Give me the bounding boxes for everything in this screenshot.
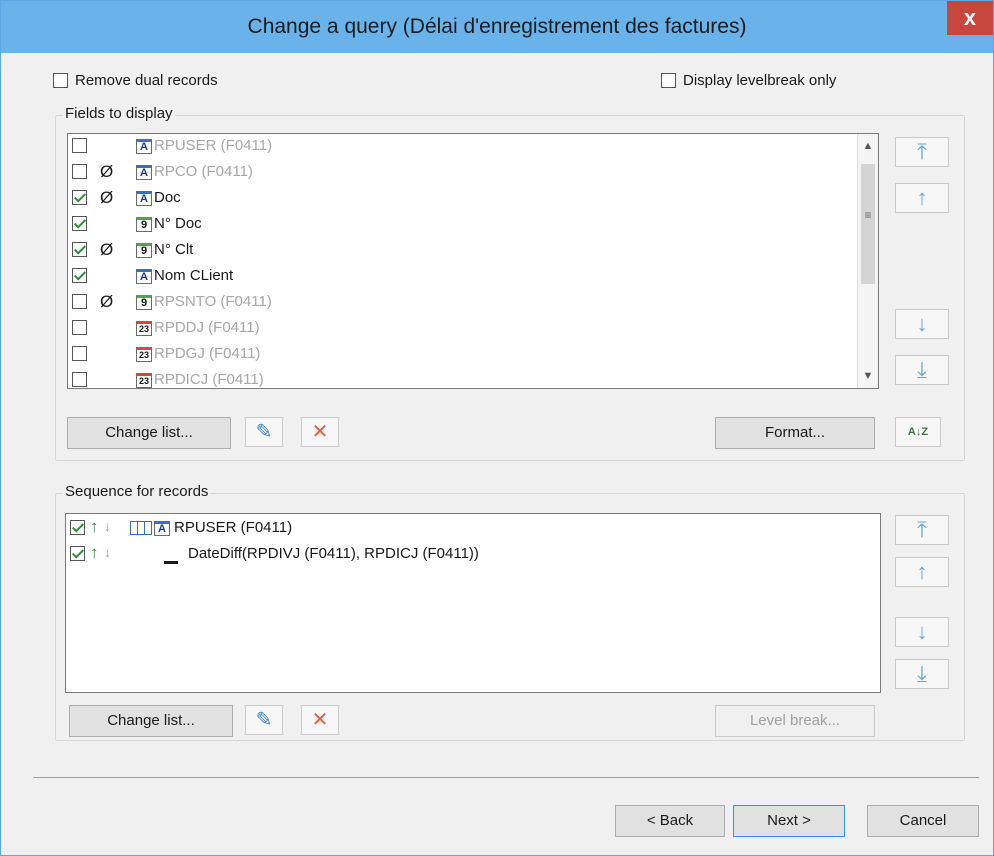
numeric-field-icon: 9 [136, 243, 152, 258]
pencil-icon: ✎ [255, 709, 273, 731]
back-button[interactable]: < Back [615, 805, 725, 837]
sort-descending-icon[interactable]: ↓ [104, 544, 111, 560]
sequence-group-title: Sequence for records [63, 483, 211, 500]
field-name: RPDICJ (F0411) [154, 371, 264, 388]
field-checkbox[interactable] [72, 372, 87, 387]
fields-group-title: Fields to display [63, 105, 175, 122]
date-field-icon: 23 [136, 321, 152, 336]
sequence-edit-button[interactable]: ✎ [245, 705, 283, 735]
fields-edit-button[interactable]: ✎ [245, 417, 283, 447]
format-button[interactable]: Format... [715, 417, 875, 449]
field-name: RPCO (F0411) [154, 163, 253, 180]
field-name: RPDDJ (F0411) [154, 319, 260, 336]
remove-dual-label: Remove dual records [75, 72, 218, 89]
fields-move-top-button[interactable]: ⤒ [895, 137, 949, 167]
null-icon: Ø [100, 292, 114, 311]
sequence-delete-button[interactable]: ✕ [301, 705, 339, 735]
null-icon: Ø [100, 162, 114, 181]
numeric-field-icon: 9 [136, 295, 152, 310]
field-name: Doc [154, 189, 181, 206]
field-name: N° Doc [154, 215, 202, 232]
field-checkbox[interactable] [72, 268, 87, 283]
text-field-icon: A [136, 269, 152, 284]
sequence-move-down-button[interactable]: ↓ [895, 617, 949, 647]
null-icon: Ø [100, 188, 114, 207]
fields-move-down-button[interactable]: ↓ [895, 309, 949, 339]
sequence-move-bottom-button[interactable]: ⤓ [895, 659, 949, 689]
delete-icon: ✕ [311, 709, 329, 731]
delete-icon: ✕ [311, 421, 329, 443]
field-name: RPDGJ (F0411) [154, 345, 261, 362]
text-field-icon: A [136, 191, 152, 206]
formula-icon [164, 545, 178, 564]
field-row[interactable]: 23 RPDDJ (F0411) [68, 316, 878, 342]
sequence-item-name: DateDiff(RPDIVJ (F0411), RPDICJ (F0411)) [188, 545, 479, 562]
sequence-row[interactable]: ↑ ↓ A RPUSER (F0411) [66, 516, 880, 542]
field-row[interactable]: 9 N° Doc [68, 212, 878, 238]
field-checkbox[interactable] [72, 346, 87, 361]
field-row[interactable]: Ø 9 RPSNTO (F0411) [68, 290, 878, 316]
fields-change-list-button[interactable]: Change list... [67, 417, 231, 449]
sequence-item-name: RPUSER (F0411) [174, 519, 293, 536]
levelbreak-only-label: Display levelbreak only [683, 72, 837, 89]
field-name: RPUSER (F0411) [154, 137, 273, 154]
numeric-field-icon: 9 [136, 217, 152, 232]
sequence-list[interactable]: ↑ ↓ A RPUSER (F0411) ↑ ↓ DateDiff(RPDIVJ (F041… [65, 513, 881, 693]
field-checkbox[interactable] [72, 216, 87, 231]
levelbreak-only-checkbox[interactable] [661, 73, 676, 88]
null-icon: Ø [100, 240, 114, 259]
sequence-move-up-button[interactable]: ↑ [895, 557, 949, 587]
field-checkbox[interactable] [72, 242, 87, 257]
sequence-checkbox[interactable] [70, 546, 85, 561]
date-field-icon: 23 [136, 373, 152, 388]
date-field-icon: 23 [136, 347, 152, 362]
sort-descending-icon[interactable]: ↓ [104, 518, 111, 534]
field-row[interactable]: Ø A RPCO (F0411) [68, 160, 878, 186]
text-field-icon: A [136, 139, 152, 154]
sequence-change-list-button[interactable]: Change list... [69, 705, 233, 737]
field-name: N° Clt [154, 241, 194, 258]
field-row[interactable]: 23 RPDGJ (F0411) [68, 342, 878, 368]
field-name: RPSNTO (F0411) [154, 293, 272, 310]
field-checkbox[interactable] [72, 138, 87, 153]
level-break-button[interactable]: Level break... [715, 705, 875, 737]
field-checkbox[interactable] [72, 190, 87, 205]
table-icon [130, 521, 152, 535]
field-checkbox[interactable] [72, 294, 87, 309]
field-checkbox[interactable] [72, 164, 87, 179]
title-bar: Change a query (Délai d'enregistrement d… [1, 1, 993, 53]
field-row[interactable]: Ø A Doc [68, 186, 878, 212]
cancel-button[interactable]: Cancel [867, 805, 979, 837]
remove-dual-checkbox[interactable] [53, 73, 68, 88]
close-button[interactable]: x [947, 1, 993, 35]
sort-ascending-icon[interactable]: ↑ [90, 517, 99, 537]
field-row[interactable]: Ø 9 N° Clt [68, 238, 878, 264]
sort-ascending-icon[interactable]: ↑ [90, 543, 99, 563]
field-row[interactable]: A Nom CLient [68, 264, 878, 290]
field-checkbox[interactable] [72, 320, 87, 335]
text-field-icon: A [136, 165, 152, 180]
fields-move-up-button[interactable]: ↑ [895, 183, 949, 213]
next-button[interactable]: Next > [733, 805, 845, 837]
window-title: Change a query (Délai d'enregistrement d… [247, 15, 747, 38]
sort-az-icon: A↓Z [907, 426, 929, 438]
pencil-icon: ✎ [255, 421, 273, 443]
field-name: Nom CLient [154, 267, 234, 284]
sort-button[interactable]: A↓Z [895, 417, 941, 447]
dialog-client: Remove dual records Display levelbreak o… [9, 53, 985, 849]
fields-list[interactable]: ▲ ≡ ▼ A RPUSER (F0411) Ø A RPCO (F0411) Ø A Doc… [67, 133, 879, 389]
dialog-window: Change a query (Délai d'enregistrement d… [0, 0, 994, 856]
sequence-row[interactable]: ↑ ↓ DateDiff(RPDIVJ (F0411), RPDICJ (F0411… [66, 542, 880, 568]
fields-move-bottom-button[interactable]: ⤓ [895, 355, 949, 385]
text-field-icon: A [154, 521, 170, 536]
footer-separator [33, 777, 979, 778]
field-row[interactable]: A RPUSER (F0411) [68, 134, 878, 160]
field-row[interactable]: 23 RPDICJ (F0411) [68, 368, 878, 388]
sequence-checkbox[interactable] [70, 520, 85, 535]
fields-delete-button[interactable]: ✕ [301, 417, 339, 447]
sequence-move-top-button[interactable]: ⤒ [895, 515, 949, 545]
